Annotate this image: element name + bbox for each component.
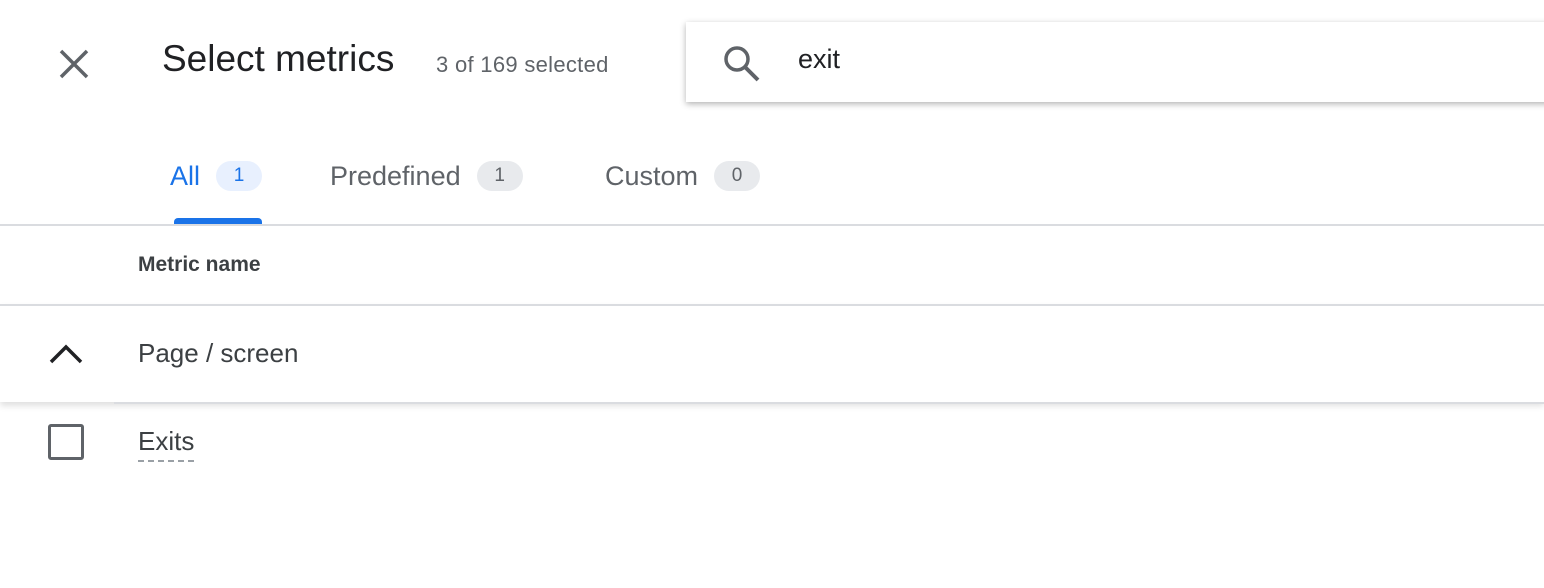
search-icon <box>724 46 760 82</box>
tab-custom[interactable]: Custom 0 <box>605 158 761 224</box>
metric-checkbox-exits[interactable] <box>48 424 84 460</box>
chevron-up-icon[interactable] <box>48 342 84 366</box>
tab-count-badge: 0 <box>714 161 761 191</box>
tab-count-badge: 1 <box>476 161 523 191</box>
metric-name-exits[interactable]: Exits <box>138 426 195 462</box>
tab-label: All <box>170 161 201 191</box>
column-header-metric-name: Metric name <box>138 253 261 276</box>
tab-count-badge: 1 <box>216 161 263 191</box>
close-icon <box>59 49 89 79</box>
search-input[interactable] <box>798 44 1398 75</box>
tab-all[interactable]: All 1 <box>170 158 263 224</box>
tab-label: Predefined <box>330 161 461 191</box>
divider <box>114 402 1544 404</box>
divider <box>0 224 1544 226</box>
group-row-page-screen[interactable]: Page / screen <box>0 304 1544 404</box>
dialog-title: Select metrics <box>162 38 395 79</box>
tab-label: Custom <box>605 161 699 191</box>
search-box[interactable] <box>686 22 1544 102</box>
close-button[interactable] <box>56 46 92 82</box>
tab-predefined[interactable]: Predefined 1 <box>330 158 523 224</box>
selection-count: 3 of 169 selected <box>436 52 609 77</box>
group-label: Page / screen <box>138 338 299 368</box>
